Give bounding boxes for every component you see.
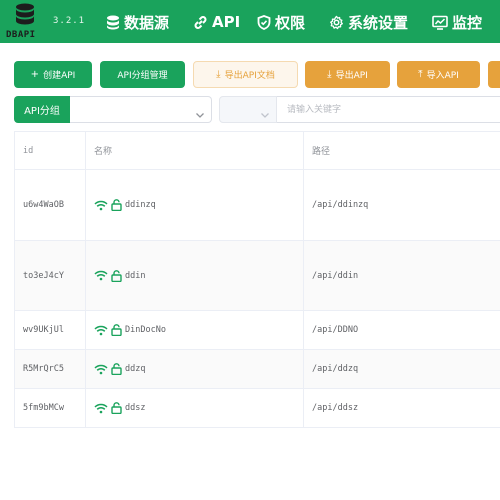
link-icon [193, 15, 208, 30]
wifi-online-icon [94, 325, 108, 336]
export-api-button[interactable]: ⤓ 导出API [305, 61, 390, 88]
column-header-name: 名称 [86, 132, 304, 169]
shield-icon [257, 14, 271, 30]
import-api-button[interactable]: ⤒ 导入API [397, 61, 480, 88]
row-id: u6w4WaOB [15, 170, 86, 240]
row-name: ddin [125, 270, 146, 281]
row-id: 5fm9bMCw [15, 389, 86, 427]
row-name: ddinzq [125, 200, 156, 210]
table-row[interactable]: R5MrQrC5 ddzq /api/ddzq [15, 350, 500, 389]
button-label: 导出API [335, 71, 368, 81]
row-name-cell: ddsz [86, 389, 304, 427]
api-group-manage-button[interactable]: API分组管理 [100, 61, 185, 88]
unlock-icon [111, 363, 122, 375]
nav-label: 数据源 [124, 13, 170, 32]
button-label: 导出API文档 [224, 71, 275, 81]
top-header: DBAPI 3.2.1 数据源 API 权限 系统设置 监控 [0, 0, 500, 43]
table-row[interactable]: wv9UKjUl DinDocNo /api/DDNO [15, 311, 500, 350]
row-path: /api/ddzq [312, 364, 359, 374]
wifi-online-icon [94, 364, 108, 375]
row-name-cell: ddzq [86, 350, 304, 388]
row-id: wv9UKjUl [15, 311, 86, 349]
row-path: /api/ddinzq [312, 200, 369, 210]
button-label: API分组管理 [117, 71, 168, 81]
table-row[interactable]: 5fm9bMCw ddsz /api/ddsz [15, 389, 500, 428]
button-label: 导入API [426, 71, 459, 81]
download-icon: ⤓ [216, 69, 221, 80]
wifi-online-icon [94, 200, 108, 211]
row-name: ddzq [125, 364, 146, 374]
row-name-cell: DinDocNo [86, 311, 304, 349]
row-id: to3eJ4cY [15, 241, 86, 310]
unlock-icon [111, 324, 122, 336]
nav-label: 系统设置 [348, 13, 409, 32]
logo-text: DBAPI [6, 30, 36, 40]
row-name: DinDocNo [125, 325, 166, 335]
keyword-type-select[interactable] [219, 96, 277, 123]
wifi-online-icon [94, 270, 108, 281]
row-path: /api/ddsz [312, 403, 359, 413]
monitor-chart-icon [432, 15, 448, 30]
download-icon: ⤓ [327, 69, 332, 80]
create-api-button[interactable]: + 创建API [14, 61, 92, 88]
nav-api[interactable]: API [193, 11, 240, 33]
unlock-icon [111, 199, 122, 211]
table-header-row: id 名称 路径 [15, 132, 500, 170]
unlock-icon [111, 402, 122, 414]
row-name-cell: ddin [86, 241, 304, 310]
nav-monitor[interactable]: 监控 [432, 11, 482, 33]
table-row[interactable]: u6w4WaOB ddinzq /api/ddinzq [15, 170, 500, 241]
api-group-select[interactable] [70, 96, 212, 123]
version-label: 3.2.1 [53, 16, 86, 26]
row-path: /api/ddin [312, 270, 359, 281]
chevron-down-icon [195, 105, 205, 124]
nav-settings[interactable]: 系统设置 [329, 11, 408, 33]
nav-permission[interactable]: 权限 [257, 11, 305, 33]
more-toolbar-button[interactable] [488, 61, 500, 88]
wifi-online-icon [94, 403, 108, 414]
row-name: ddsz [125, 403, 146, 413]
export-api-doc-button[interactable]: ⤓ 导出API文档 [193, 61, 298, 88]
database-logo-icon [16, 3, 34, 25]
chevron-down-icon [260, 105, 270, 124]
keyword-search-input[interactable] [277, 96, 500, 123]
row-id: R5MrQrC5 [15, 350, 86, 388]
api-group-label: API分组 [14, 96, 70, 123]
table-row[interactable]: to3eJ4cY ddin /api/ddin [15, 241, 500, 311]
nav-label: 监控 [452, 13, 483, 32]
upload-icon: ⤒ [418, 69, 423, 80]
column-header-path: 路径 [312, 147, 331, 157]
gear-icon [329, 15, 344, 30]
nav-label: API [212, 13, 241, 31]
api-table: id 名称 路径 u6w4WaOB ddinzq /api/ddinzq to3… [14, 131, 500, 428]
row-name-cell: ddinzq [86, 170, 304, 240]
button-label: 创建API [43, 71, 76, 81]
nav-label: 权限 [275, 13, 306, 32]
app-logo[interactable]: DBAPI [4, 3, 46, 41]
unlock-icon [111, 269, 122, 282]
database-icon [106, 15, 120, 30]
column-header-id: id [15, 132, 86, 169]
row-path: /api/DDNO [312, 325, 359, 335]
plus-icon: + [30, 69, 40, 80]
nav-datasource[interactable]: 数据源 [106, 11, 169, 33]
